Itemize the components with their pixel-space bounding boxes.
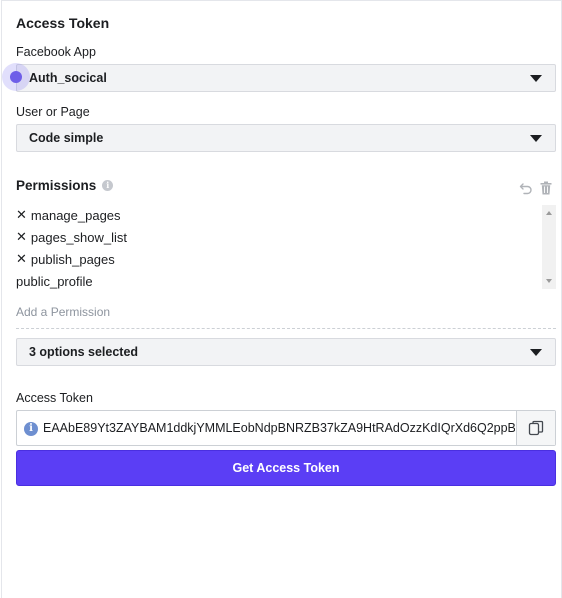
radio-dot-icon[interactable] [10,71,22,83]
permission-name: publish_pages [30,251,115,267]
permissions-select[interactable]: 3 options selected [16,338,556,366]
copy-icon [528,420,544,436]
permission-name: manage_pages [30,207,121,223]
user-or-page-select[interactable]: Code simple [16,124,556,152]
add-permission-input[interactable]: Add a Permission [16,305,110,319]
close-icon[interactable]: ✕ [16,251,27,267]
divider [16,328,556,329]
user-or-page-selected-value: Code simple [29,131,104,145]
permission-name: public_profile [16,273,93,289]
undo-icon[interactable] [519,181,533,195]
facebook-app-label: Facebook App [16,45,96,59]
chevron-down-icon [530,349,542,356]
facebook-app-selected-value: Auth_socical [29,71,107,85]
copy-button[interactable] [516,411,555,445]
list-item: ✕ publish_pages [16,249,115,269]
permission-name: pages_show_list [30,229,128,245]
list-item[interactable]: public_profile [16,271,93,291]
list-item: ✕ manage_pages [16,205,121,225]
scroll-up-icon[interactable] [546,211,552,215]
list-item: ✕ pages_show_list [16,227,127,247]
access-token-label: Access Token [16,391,93,405]
scrollbar[interactable] [542,205,556,289]
panel-title: Access Token [16,15,110,31]
permissions-title: Permissions [16,178,97,193]
get-access-token-button[interactable]: Get Access Token [16,450,556,486]
close-icon[interactable]: ✕ [16,207,27,223]
chevron-down-icon [530,75,542,82]
facebook-app-select[interactable]: Auth_socical [16,64,556,92]
access-token-panel: Access Token Facebook App Auth_socical U… [1,0,562,598]
info-icon[interactable]: i [102,180,114,191]
user-or-page-label: User or Page [16,105,90,119]
permissions-list[interactable]: ✕ manage_pages ✕ pages_show_list ✕ publi… [16,205,556,289]
permissions-heading: Permissions i [16,178,114,193]
close-icon[interactable]: ✕ [16,229,27,245]
info-icon: i [24,422,38,436]
scroll-down-icon[interactable] [546,279,552,283]
trash-icon[interactable] [540,181,552,195]
access-token-field[interactable]: i EAAbE89Yt3ZAYBAM1ddkjYMMLEobNdpBNRZB37… [16,410,556,446]
options-selected-value: 3 options selected [29,345,139,359]
chevron-down-icon [530,135,542,142]
access-token-value[interactable]: EAAbE89Yt3ZAYBAM1ddkjYMMLEobNdpBNRZB37kZ… [43,411,515,445]
